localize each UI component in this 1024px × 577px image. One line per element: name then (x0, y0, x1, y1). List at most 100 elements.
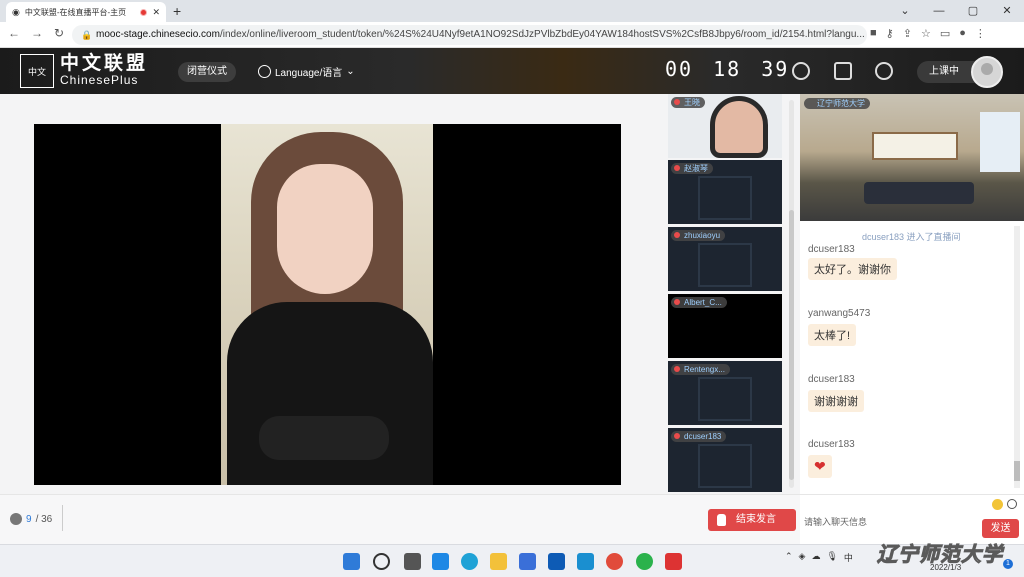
maximize-button[interactable]: ▢ (956, 0, 990, 22)
chat-bubble: 谢谢谢谢 (808, 390, 864, 412)
globe-icon: ◉ (12, 6, 20, 17)
signal-icon[interactable] (875, 62, 893, 80)
online-count: 9 / 36 (10, 505, 63, 531)
os-taskbar: ⌃ ◈ ☁ 🎙 中 2022/1/3 1 (0, 544, 1024, 577)
shield-icon[interactable]: ◈ (799, 551, 806, 564)
brand-cn: 中文联盟 (60, 52, 149, 74)
participant-name: 赵淑琴 (671, 163, 713, 174)
tab-title: 中文联盟-在线直播平台-主页 (24, 7, 127, 17)
url-path: /index/online/liveroom_student/token/%24… (219, 29, 865, 40)
key-icon[interactable]: ⚷ (886, 27, 894, 40)
wechat-icon[interactable] (636, 553, 653, 570)
chat-username: dcuser183 (808, 374, 855, 385)
chat-scrollbar[interactable] (1014, 226, 1020, 488)
participant-tile[interactable]: 王晓 (668, 94, 782, 158)
chat-input-area: 请输入聊天信息 发送 (800, 494, 1024, 544)
camera-icon[interactable]: ■ (870, 27, 877, 40)
widgets-icon[interactable] (432, 553, 449, 570)
cloud-icon[interactable]: ☁ (811, 551, 820, 564)
system-message: dcuser183 进入了直播间 (862, 232, 961, 242)
whiteboard-icon[interactable] (834, 62, 852, 80)
timer-minutes: 18 (713, 57, 742, 81)
star-icon[interactable]: ☆ (921, 27, 931, 40)
lock-icon: 🔒 (81, 30, 93, 40)
user-icon (10, 513, 22, 525)
chat-bubble: 太好了。谢谢你 (808, 258, 897, 280)
participant-tile[interactable]: dcuser183 (668, 428, 782, 492)
language-label: Language/语言 (275, 68, 343, 79)
menu-icon[interactable]: ⋮ (975, 27, 986, 40)
classroom-label: 辽宁师范大学 (804, 98, 870, 109)
participant-name: dcuser183 (671, 431, 727, 442)
chevron-up-icon[interactable]: ⌃ (785, 551, 793, 564)
back-button[interactable]: ← (8, 26, 20, 40)
reload-button[interactable]: ↻ (54, 26, 64, 40)
emoji-icon[interactable] (992, 499, 1003, 510)
timer-hours: 00 (665, 57, 694, 81)
online-total: / 36 (35, 513, 53, 525)
wps-icon[interactable] (665, 553, 682, 570)
participant-tile[interactable]: 赵淑琴 (668, 160, 782, 224)
class-timer: 00 18 39 (665, 57, 789, 81)
ceremony-button[interactable]: 闭营仪式 (178, 62, 236, 82)
participant-name: 王晓 (671, 97, 705, 108)
chat-username: dcuser183 (808, 439, 855, 450)
brand-en: ChinesePlus (60, 73, 139, 87)
chat-input[interactable]: 请输入聊天信息 (804, 515, 867, 528)
browser-tab[interactable]: ◉ 中文联盟-在线直播平台-主页 ✕ (6, 2, 166, 22)
participant-tile[interactable]: Rentengx... (668, 361, 782, 425)
mic-icon[interactable]: 🎙 (826, 551, 837, 564)
close-tab-icon[interactable]: ✕ (152, 7, 160, 18)
task-view-icon[interactable] (404, 553, 421, 570)
globe-icon (258, 65, 271, 78)
timer-seconds: 39 (761, 57, 790, 81)
logo-seal: 中文 (20, 54, 54, 88)
chat-username: dcuser183 (808, 244, 855, 255)
edge-icon[interactable] (461, 553, 478, 570)
main-stage (0, 94, 668, 494)
url-field[interactable]: 🔒 mooc-stage.chinesecio.com/index/online… (72, 25, 867, 45)
participant-scrollbar[interactable] (789, 100, 794, 488)
app-header: 中文 中文联盟 ChinesePlus 闭营仪式 Language/语言 ⌄ 0… (0, 48, 1024, 94)
heart-icon: ❤ (808, 455, 832, 478)
end-speaking-button[interactable]: 结束发言 (708, 509, 796, 531)
share-icon[interactable]: ⇪ (903, 27, 912, 40)
chat-username: yanwang5473 (808, 308, 871, 319)
chevron-down-icon[interactable]: ⌄ (888, 0, 922, 22)
folder-icon[interactable] (490, 553, 507, 570)
search-icon[interactable] (373, 553, 390, 570)
app-icon[interactable] (577, 553, 594, 570)
compass-icon[interactable] (792, 62, 810, 80)
url-host: mooc-stage.chinesecio.com (96, 29, 220, 40)
video-feed (221, 124, 433, 485)
ime-indicator[interactable]: 中 (844, 551, 853, 564)
chrome-icon[interactable] (606, 553, 623, 570)
watermark: 辽宁师范大学 (877, 544, 1003, 567)
notification-badge[interactable]: 1 (1003, 559, 1013, 569)
browser-tabbar: ◉ 中文联盟-在线直播平台-主页 ✕ + ⌄ — ▢ ✕ (0, 0, 1024, 22)
classroom-video[interactable]: 辽宁师范大学 (800, 94, 1024, 221)
bottom-toolbar: 9 / 36 结束发言 (0, 494, 800, 544)
mail-icon[interactable] (548, 553, 565, 570)
main-video[interactable] (34, 124, 621, 485)
participant-name: Rentengx... (671, 364, 730, 375)
brand: 中文联盟 ChinesePlus (60, 53, 148, 87)
participant-name: Albert_C... (671, 297, 727, 308)
participant-tile[interactable]: zhuxiaoyu (668, 227, 782, 291)
avatar[interactable] (971, 56, 1003, 88)
participant-tile[interactable]: Albert_C... (668, 294, 782, 358)
recording-icon (140, 8, 148, 16)
close-window-button[interactable]: ✕ (990, 0, 1024, 22)
store-icon[interactable] (519, 553, 536, 570)
chat-panel: 辽宁师范大学 dcuser183 进入了直播间 dcuser183 太好了。谢谢… (800, 94, 1024, 494)
extension-icon[interactable]: ▭ (940, 27, 950, 40)
language-selector[interactable]: Language/语言 ⌄ (258, 64, 355, 79)
forward-button[interactable]: → (31, 26, 43, 40)
profile-icon[interactable]: ● (959, 27, 966, 40)
send-button[interactable]: 发送 (982, 519, 1019, 538)
start-icon[interactable] (343, 553, 360, 570)
chevron-down-icon: ⌄ (346, 66, 355, 77)
minimize-button[interactable]: — (922, 0, 956, 22)
new-tab-button[interactable]: + (173, 3, 181, 19)
image-icon[interactable] (1007, 499, 1017, 509)
